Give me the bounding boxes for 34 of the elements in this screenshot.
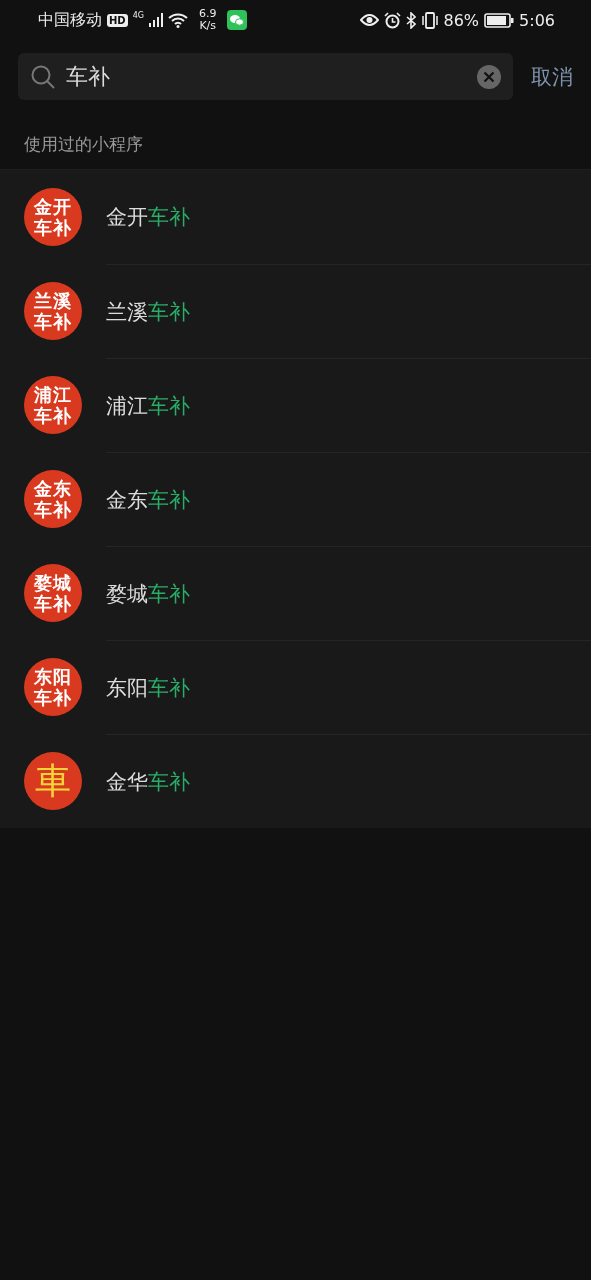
battery-icon — [484, 12, 515, 28]
wifi-icon — [167, 12, 188, 28]
app-logo: 金东 车补 — [24, 470, 82, 528]
clear-icon[interactable] — [477, 64, 501, 89]
chat-app-icon — [227, 10, 248, 30]
vibrate-icon — [420, 11, 439, 29]
app-logo: 婺城 车补 — [24, 564, 82, 622]
clock-time: 5:06 — [519, 10, 555, 30]
search-icon — [30, 63, 56, 90]
signal-icon — [148, 13, 163, 27]
network-type: 4G — [132, 11, 144, 20]
app-name[interactable]: 婺城车补 — [106, 579, 190, 608]
app-name[interactable]: 兰溪车补 — [106, 297, 190, 326]
bluetooth-icon — [405, 11, 416, 29]
app-name[interactable]: 金开车补 — [106, 203, 190, 231]
app-logo: 东阳 车补 — [24, 658, 82, 716]
app-name[interactable]: 金华车补 — [106, 767, 190, 796]
app-logo: 兰溪 车补 — [24, 282, 82, 340]
cancel-button[interactable]: 取消 — [531, 62, 573, 91]
app-name[interactable]: 浦江车补 — [106, 391, 190, 420]
app-name[interactable]: 金东车补 — [106, 485, 190, 514]
app-logo: 金开 车补 — [24, 188, 82, 246]
app-name[interactable]: 东阳车补 — [106, 673, 190, 702]
battery-percent: 86% — [443, 10, 480, 30]
app-logo: 浦江 车补 — [24, 376, 82, 434]
eye-icon — [359, 13, 379, 27]
alarm-icon — [383, 11, 401, 29]
app-logo: 車 — [24, 752, 82, 810]
carrier-name: 中国移动 — [38, 9, 102, 31]
hd-badge: HD — [107, 13, 128, 27]
speed-unit: K/s — [199, 20, 217, 32]
section-title: 使用过的小程序 — [0, 111, 591, 169]
speed-value: 6.9 — [198, 8, 217, 20]
search-field[interactable]: 车补 — [18, 53, 513, 100]
